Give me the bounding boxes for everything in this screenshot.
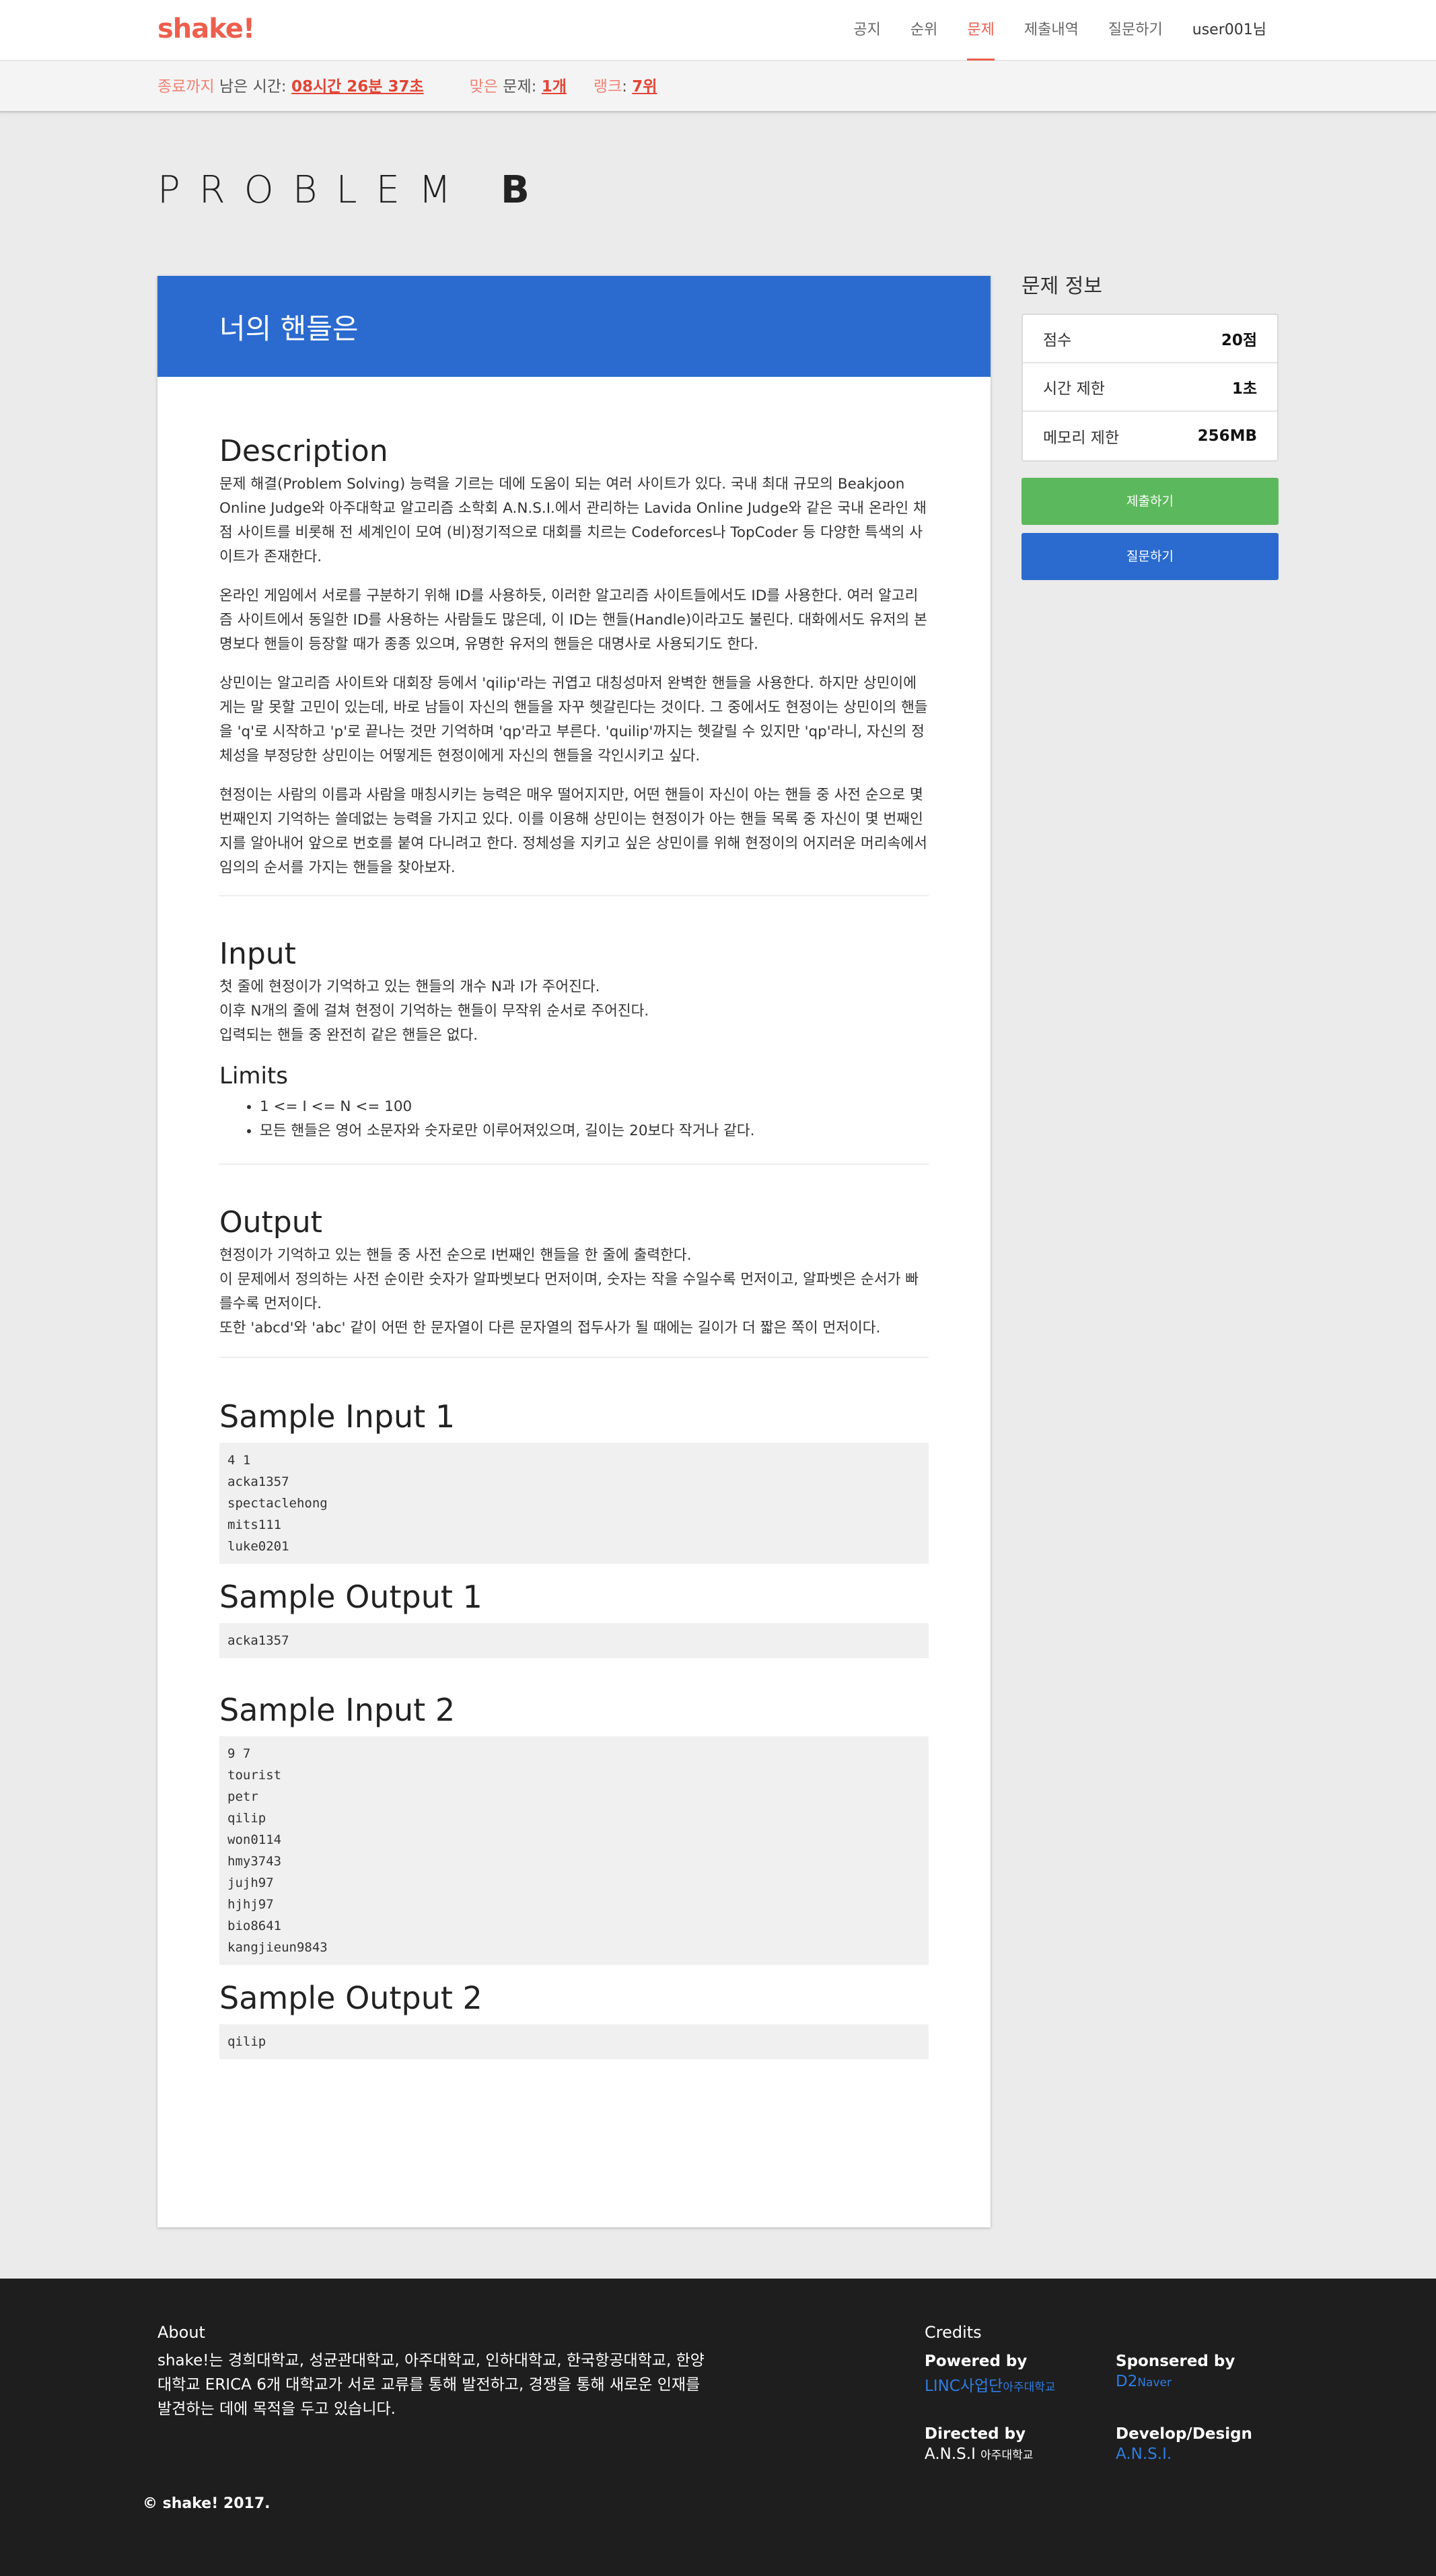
sample-input-1[interactable]: 4 1 acka1357 spectaclehong mits111 luke0… [219, 1443, 929, 1564]
rank: 랭크: 7위 [593, 78, 657, 96]
sample-input-1-title: Sample Input 1 [219, 1398, 456, 1435]
sample-output-2[interactable]: qilip [219, 2024, 929, 2059]
problem-letter: B [501, 168, 530, 212]
footer-about-title: About [157, 2323, 205, 2342]
info-row-memory-limit: 메모리 제한 256MB [1043, 427, 1257, 447]
problem-name: 너의 핸들은 [219, 312, 359, 345]
copyright: © shake! 2017. [143, 2495, 271, 2512]
sidebar-title: 문제 정보 [1021, 275, 1102, 298]
logo[interactable]: shake! [157, 13, 255, 44]
nav-user[interactable]: user001님 [1178, 0, 1266, 61]
submit-button[interactable]: 제출하기 [1021, 478, 1279, 525]
limits-title: Limits [219, 1063, 288, 1089]
info-row-score: 점수 20점 [1023, 315, 1277, 363]
nav-problems[interactable]: 문제 [952, 0, 1009, 61]
divider [219, 1164, 929, 1165]
problem-info-box: 점수 20점 시간 제한 1초 메모리 제한 256MB [1021, 314, 1279, 462]
divider [219, 895, 929, 896]
problem-info-sidebar: 문제 정보 점수 20점 시간 제한 1초 메모리 제한 256MB 제출하기 … [1021, 269, 1279, 580]
credit-develop-design: Develop/Design A.N.S.I. [1116, 2425, 1252, 2463]
nav-ranking[interactable]: 순위 [896, 0, 952, 61]
main-nav: 공지 순위 문제 제출내역 질문하기 user001님 [838, 0, 1266, 61]
output-title: Output [219, 1205, 322, 1240]
output-spec: 현정이가 기억하고 있는 핸들 중 사전 순으로 I번째인 핸들을 한 줄에 출… [219, 1247, 919, 1336]
footer-about-text: shake!는 경희대학교, 성균관대학교, 아주대학교, 인하대학교, 한국항… [157, 2352, 705, 2418]
sample-output-1-title: Sample Output 1 [219, 1579, 482, 1615]
input-title: Input [219, 937, 296, 971]
description-paragraph: 온라인 게임에서 서로를 구분하기 위해 ID를 사용하듯, 이러한 알고리즘 … [219, 587, 927, 653]
divider [219, 1357, 929, 1358]
nav-notice[interactable]: 공지 [838, 0, 895, 61]
top-navbar: shake! 공지 순위 문제 제출내역 질문하기 user001님 [0, 0, 1436, 61]
rank-value[interactable]: 7위 [632, 78, 657, 96]
list-item: 모든 핸들은 영어 소문자와 숫자로만 이루어져있으며, 길이는 20보다 작거… [260, 1119, 929, 1143]
solved-count-value[interactable]: 1개 [542, 78, 567, 96]
sample-output-2-title: Sample Output 2 [219, 1980, 482, 2016]
footer-credits-title: Credits [925, 2323, 982, 2342]
credit-directed-by: Directed by A.N.S.I 아주대학교 [925, 2425, 1034, 2463]
credit-powered-by: Powered by LINC사업단아주대학교 [925, 2353, 1056, 2395]
list-item: 1 <= I <= N <= 100 [260, 1095, 929, 1119]
input-spec: 첫 줄에 현정이가 기억하고 있는 핸들의 개수 N과 I가 주어진다. 이후 … [219, 978, 649, 1044]
remaining-time: 종료까지 남은 시간: 08시간 26분 37초 [157, 78, 424, 96]
nav-submissions[interactable]: 제출내역 [1009, 0, 1093, 61]
description-title: Description [219, 434, 388, 468]
description-paragraph: 상민이는 알고리즘 사이트와 대회장 등에서 'qilip'라는 귀엽고 대칭성… [219, 675, 928, 764]
footer: About shake!는 경희대학교, 성균관대학교, 아주대학교, 인하대학… [0, 2279, 1436, 2576]
contest-status-bar: 종료까지 남은 시간: 08시간 26분 37초 맞은 문제: 1개 랭크: 7… [0, 61, 1436, 112]
credit-sponsored-by: Sponsered by D2Naver [1116, 2353, 1235, 2390]
sample-output-1[interactable]: acka1357 [219, 1623, 929, 1658]
description-paragraph: 문제 해결(Problem Solving) 능력을 기르는 데에 도움이 되는… [219, 476, 927, 565]
limits-list: 1 <= I <= N <= 100 모든 핸들은 영어 소문자와 숫자로만 이… [260, 1095, 929, 1143]
problem-card: 너의 핸들은 Description 문제 해결(Problem Solving… [157, 276, 991, 2227]
ask-question-button[interactable]: 질문하기 [1021, 533, 1279, 580]
remaining-time-value: 08시간 26분 37초 [291, 78, 424, 96]
solved-count: 맞은 문제: 1개 [469, 78, 567, 96]
problem-card-header: 너의 핸들은 [157, 276, 991, 377]
sample-input-2-title: Sample Input 2 [219, 1692, 456, 1728]
page-title: PROBLEM B [157, 168, 530, 212]
description-paragraph: 현정이는 사람의 이름과 사람을 매칭시키는 능력은 매우 떨어지지만, 어떤 … [219, 787, 927, 876]
sample-input-2[interactable]: 9 7 tourist petr qilip won0114 hmy3743 j… [219, 1736, 929, 1965]
nav-questions[interactable]: 질문하기 [1093, 0, 1178, 61]
info-row-time-limit: 시간 제한 1초 [1023, 363, 1277, 412]
